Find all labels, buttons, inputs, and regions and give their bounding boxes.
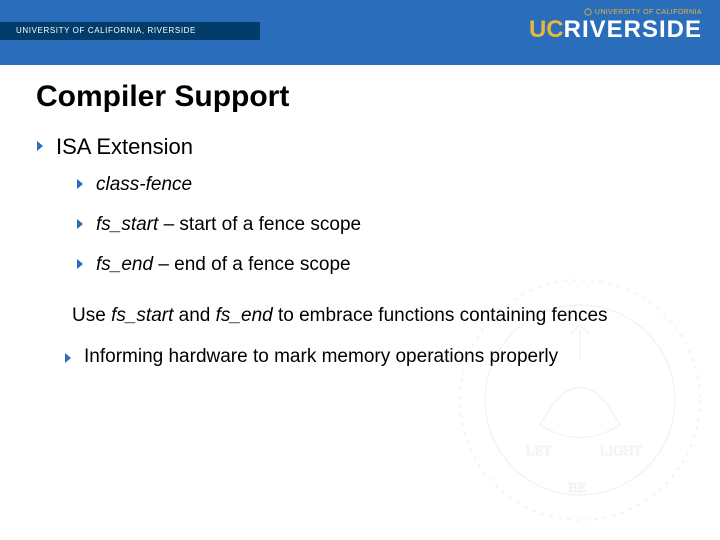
chevron-icon	[76, 178, 86, 190]
logo-riverside: RIVERSIDE	[564, 16, 702, 44]
paragraph: Use fs_start and fs_end to embrace funct…	[72, 304, 684, 328]
svg-text:LET: LET	[526, 444, 552, 459]
sub-bullet-text: class-fence	[96, 174, 192, 196]
sub-bullet: fs_end – end of a fence scope	[76, 254, 684, 276]
institution-bar: UNIVERSITY OF CALIFORNIA, RIVERSIDE	[0, 22, 260, 40]
header-underline	[0, 62, 720, 65]
bullet-text: Informing hardware to mark memory operat…	[84, 346, 558, 368]
sub-bullet: class-fence	[76, 174, 684, 196]
logo-subtitle: UNIVERSITY OF CALIFORNIA	[529, 8, 702, 16]
sub-bullet: fs_start – start of a fence scope	[76, 214, 684, 236]
sub-bullets: class-fence fs_start – start of a fence …	[76, 174, 684, 276]
chevron-icon	[36, 140, 46, 152]
chevron-icon	[64, 352, 74, 364]
logo-seal-icon	[584, 8, 592, 16]
logo: UNIVERSITY OF CALIFORNIA UCRIVERSIDE	[529, 8, 702, 44]
chevron-icon	[76, 258, 86, 270]
svg-text:BE: BE	[568, 481, 586, 496]
bullet-text: ISA Extension	[56, 134, 193, 160]
header-bar: UNIVERSITY OF CALIFORNIA, RIVERSIDE UNIV…	[0, 0, 720, 62]
content-area: Compiler Support ISA Extension class-fen…	[0, 62, 720, 368]
bullet-level1: ISA Extension	[36, 134, 684, 160]
logo-uc: UC	[529, 16, 564, 44]
sub-bullet-text: fs_start – start of a fence scope	[96, 214, 361, 236]
logo-main: UCRIVERSIDE	[529, 16, 702, 44]
chevron-icon	[76, 218, 86, 230]
slide-title: Compiler Support	[36, 80, 684, 114]
bullet-informing: Informing hardware to mark memory operat…	[64, 346, 684, 368]
sub-bullet-text: fs_end – end of a fence scope	[96, 254, 351, 276]
slide: UNIVERSITY OF CALIFORNIA, RIVERSIDE UNIV…	[0, 0, 720, 540]
svg-text:LIGHT: LIGHT	[600, 444, 642, 459]
